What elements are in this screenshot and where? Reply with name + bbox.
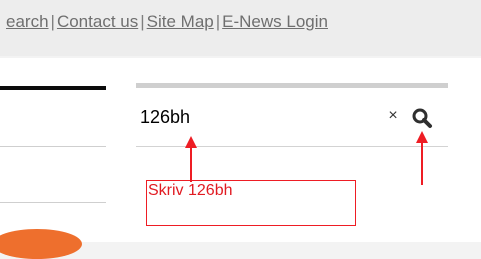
left-divider <box>0 146 106 147</box>
decorative-orange-shape <box>0 229 82 259</box>
instruction-text: Skriv 126bh <box>148 182 233 199</box>
annotation-arrow <box>416 131 428 185</box>
contact-us-link[interactable]: Contact us <box>57 12 138 31</box>
search-top-rule <box>136 83 448 88</box>
site-map-link[interactable]: Site Map <box>147 12 214 31</box>
clear-search-button[interactable]: × <box>385 108 401 124</box>
annotation-arrow <box>185 136 197 182</box>
search-icon <box>412 108 432 128</box>
separator: | <box>50 12 55 31</box>
search-input[interactable] <box>140 103 370 131</box>
separator: | <box>140 12 145 31</box>
search-link[interactable]: earch <box>6 12 49 31</box>
left-divider-thick <box>0 86 106 90</box>
e-news-login-link[interactable]: E-News Login <box>222 12 328 31</box>
top-links: earch | Contact us | Site Map | E-News Login <box>6 12 328 32</box>
search-button[interactable] <box>411 107 435 129</box>
top-navigation-bar: earch | Contact us | Site Map | E-News Login <box>0 0 481 56</box>
separator: | <box>215 12 221 31</box>
page-content: × Skriv 126bh <box>0 58 481 259</box>
left-divider <box>0 202 106 203</box>
